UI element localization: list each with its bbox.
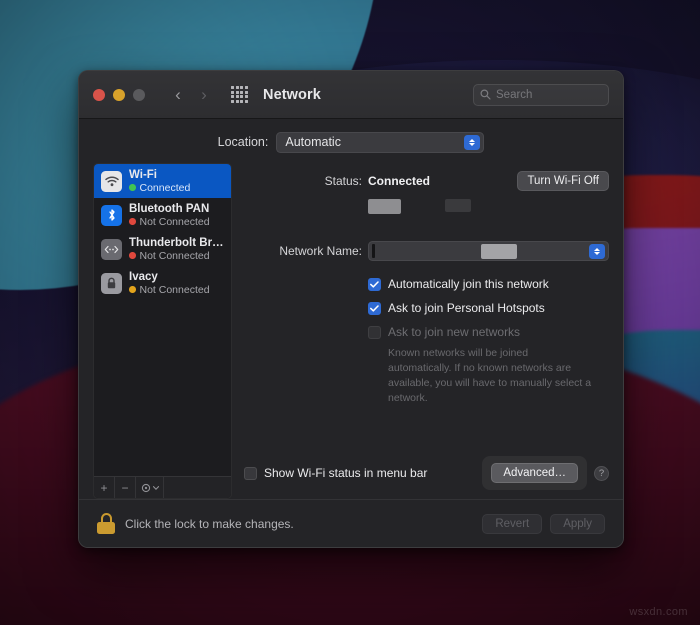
status-value: Connected [368,174,431,188]
sidebar-item-name: Ivacy [129,270,158,283]
window-body: Wi-Fi Connected Bluetooth PAN Not Connec… [79,163,623,499]
status-dot-icon [129,252,136,259]
sidebar-item-status: Not Connected [129,216,210,228]
network-services-list: Wi-Fi Connected Bluetooth PAN Not Connec… [94,164,231,476]
status-row: Status: Connected Turn Wi-Fi Off [244,171,609,191]
help-button[interactable]: ? [594,465,609,481]
sidebar-item-text: Wi-Fi Connected [129,169,190,194]
sidebar-item-status: Connected [129,182,190,194]
status-dot-icon [129,218,136,225]
checkbox-personal-hotspots[interactable]: Ask to join Personal Hotspots [368,301,609,315]
chevron-updown-icon[interactable] [589,244,605,259]
checkbox-show-wifi-status[interactable]: Show Wi-Fi status in menu bar [244,466,427,480]
forward-icon[interactable]: › [193,84,215,106]
sidebar-item-status-label: Not Connected [139,249,210,262]
search-placeholder: Search [496,88,533,101]
checkbox-unchecked-disabled-icon [368,325,381,339]
status-label: Status: [324,174,362,188]
window-title: Network [263,86,321,103]
wifi-options: Automatically join this network Ask to j… [368,277,609,406]
network-name-label: Network Name: [279,244,362,258]
lock-hint-text: Click the lock to make changes. [125,516,294,531]
sidebar-item-name: Thunderbolt Bridge [129,236,224,249]
checkbox-auto-join[interactable]: Automatically join this network [368,277,609,291]
chevron-updown-icon[interactable] [464,134,481,150]
detail-bottom-row: Show Wi-Fi status in menu bar Advanced… … [244,456,609,499]
sidebar-item-status-label: Not Connected [139,215,210,228]
checkbox-label: Ask to join Personal Hotspots [388,301,545,315]
sidebar-toolbar-spacer [164,477,231,498]
checkbox-join-new-networks: Ask to join new networks [368,325,609,339]
checkbox-unchecked-icon[interactable] [244,466,257,480]
checkbox-label: Automatically join this network [388,277,549,291]
advanced-focus-halo: Advanced… [482,456,587,490]
footer-buttons: Revert Apply [482,513,605,534]
sidebar-item-ivacy[interactable]: Ivacy Not Connected [94,266,231,300]
back-icon[interactable]: ‹ [167,84,189,106]
search-icon [480,89,491,100]
network-name-select[interactable] [368,241,609,261]
close-icon[interactable] [93,88,105,101]
thunderbolt-icon [101,238,122,260]
revert-button[interactable]: Revert [482,513,543,534]
sidebar-item-name: Wi-Fi [129,168,157,181]
location-label: Location: [217,135,269,149]
sidebar-item-status: Not Connected [129,250,224,262]
sidebar-toolbar: + − [94,476,231,498]
sidebar-item-wifi[interactable]: Wi-Fi Connected [94,164,231,198]
window-titlebar[interactable]: ‹ › Network Search [79,71,623,119]
minimize-icon[interactable] [113,88,125,101]
advanced-group: Advanced… ? [482,456,609,490]
network-services-sidebar: Wi-Fi Connected Bluetooth PAN Not Connec… [93,163,232,499]
wifi-detail-panel: Status: Connected Turn Wi-Fi Off Network… [232,163,609,499]
location-selected-value: Automatic [285,135,341,149]
sidebar-item-status-label: Not Connected [139,283,210,296]
chevron-down-icon [152,485,159,490]
bluetooth-icon [101,204,122,226]
watermark: wsxdn.com [629,606,688,618]
text-caret [372,244,375,258]
window-footer: Click the lock to make changes. Revert A… [79,499,623,547]
show-all-grid-icon[interactable] [231,86,248,103]
sidebar-item-text: Ivacy Not Connected [129,271,210,296]
sidebar-item-name: Bluetooth PAN [129,202,210,215]
sidebar-item-status-label: Connected [139,181,191,194]
sidebar-item-status: Not Connected [129,284,210,296]
redacted-status-details [368,199,609,214]
traffic-lights [93,88,145,101]
join-new-networks-hint: Known networks will be joined automatica… [388,347,592,404]
service-actions-button[interactable] [136,477,164,498]
status-dot-icon [129,184,136,191]
sidebar-item-thunderbolt-bridge[interactable]: Thunderbolt Bridge Not Connected [94,232,231,266]
remove-service-button[interactable]: − [115,477,136,498]
advanced-button[interactable]: Advanced… [491,463,578,483]
gear-icon [141,483,150,492]
lock-icon [101,272,122,294]
wifi-icon [101,170,122,192]
checkbox-checked-icon[interactable] [368,301,381,315]
lock-closed-icon[interactable] [97,513,115,534]
checkbox-checked-icon[interactable] [368,277,381,291]
add-service-button[interactable]: + [94,477,115,498]
zoom-icon[interactable] [133,88,145,101]
redacted-network-name [481,244,517,259]
sidebar-item-text: Bluetooth PAN Not Connected [129,203,210,228]
location-select[interactable]: Automatic [276,131,485,153]
redacted-block-secondary [445,199,471,212]
redacted-block-ip [368,199,401,214]
location-row: Location: Automatic [79,119,623,163]
network-name-row: Network Name: [244,241,609,261]
sidebar-item-bluetooth-pan[interactable]: Bluetooth PAN Not Connected [94,198,231,232]
checkbox-label: Show Wi-Fi status in menu bar [264,466,428,480]
apply-button[interactable]: Apply [550,513,605,534]
nav-buttons: ‹ › [167,84,215,106]
network-preferences-window: ‹ › Network Search Location: Automatic W… [78,70,624,548]
status-dot-icon [129,286,136,293]
checkbox-label: Ask to join new networks [388,325,521,339]
turn-wifi-off-button[interactable]: Turn Wi-Fi Off [517,171,609,191]
sidebar-item-text: Thunderbolt Bridge Not Connected [129,237,224,262]
search-field[interactable]: Search [473,83,609,106]
